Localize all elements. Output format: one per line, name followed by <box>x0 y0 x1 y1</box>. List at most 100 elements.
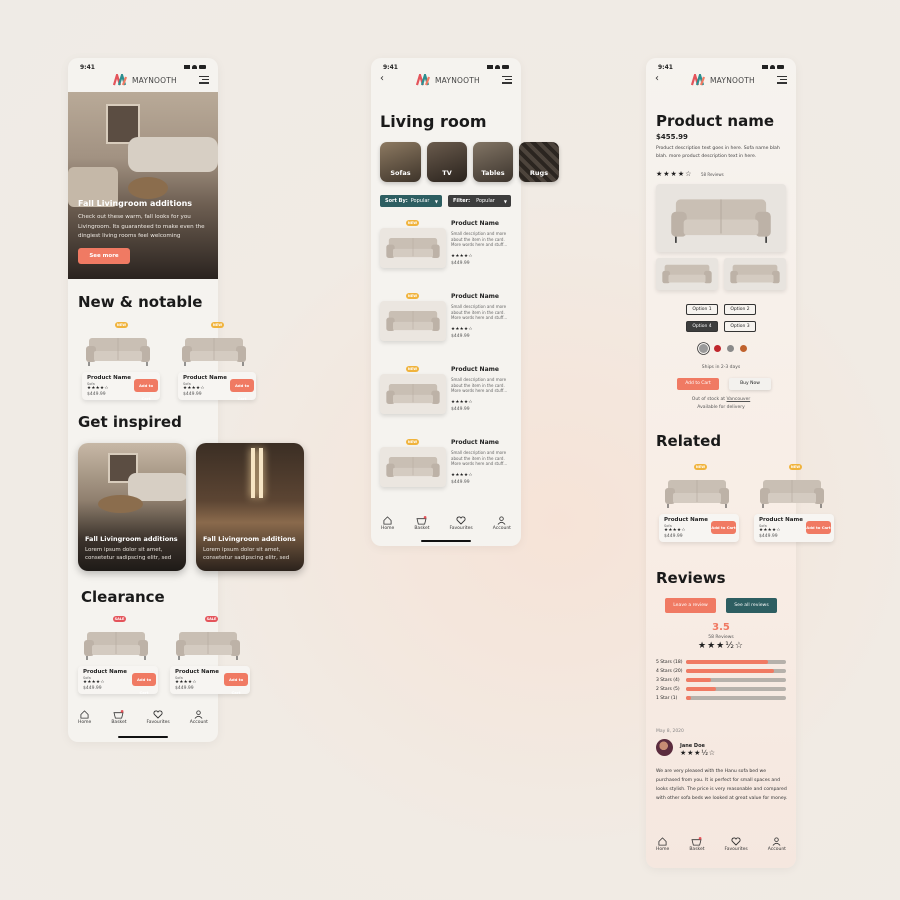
tab-basket[interactable]: Basket <box>689 837 705 852</box>
chip-tables[interactable]: Tables <box>473 142 513 182</box>
buy-now-button[interactable]: Buy Now <box>729 378 771 390</box>
rating-bar <box>686 669 786 673</box>
home-icon <box>80 710 89 719</box>
tab-label: Home <box>656 847 670 852</box>
new-product-card[interactable]: NEW Product Name Sofa ★★★★☆ $449.99 Add … <box>80 322 160 402</box>
add-to-cart-button[interactable]: Add to Cart <box>230 379 254 401</box>
main-product-image[interactable] <box>656 184 786 252</box>
product-list-item[interactable]: NEW Product Name Small description and m… <box>380 439 515 491</box>
option-4-button[interactable]: Option 4 <box>686 321 718 332</box>
see-more-button[interactable]: See more <box>78 248 130 264</box>
inspired-card[interactable]: Fall Livingroom additions Lorem ipsum do… <box>196 443 304 571</box>
status-time: 9:41 <box>658 63 673 71</box>
add-to-cart-button[interactable]: Add to Cart <box>134 379 158 401</box>
product-list-item[interactable]: NEW Product Name Small description and m… <box>380 366 515 418</box>
product-name: Product Name <box>451 293 499 300</box>
new-tag: NEW <box>115 322 128 328</box>
rating-bar-fill <box>686 678 711 682</box>
tab-home[interactable]: Home <box>381 516 394 531</box>
brand-logo[interactable]: MAYNOOTH <box>691 74 755 86</box>
thumbnail-image[interactable] <box>724 258 786 290</box>
chip-rugs[interactable]: Rugs <box>519 142 559 182</box>
tab-bar: Home Basket Favourites Account <box>371 516 521 531</box>
add-to-cart-button[interactable]: Add to Cart <box>711 521 736 534</box>
related-product-card[interactable]: NEW Product Name Sofa ★★★★☆ $449.99 Add … <box>754 464 834 544</box>
chip-sofas[interactable]: Sofas <box>380 142 421 182</box>
related-product-card[interactable]: NEW Product Name Sofa ★★★★☆ $449.99 Add … <box>659 464 739 544</box>
chip-tv[interactable]: TV <box>427 142 467 182</box>
leave-review-button[interactable]: Leave a review <box>665 598 716 613</box>
stock-location-link[interactable]: Vancouver <box>727 397 751 402</box>
clearance-product-card[interactable]: SALE Product Name Sofa ★★★★☆ $449.99 Add… <box>170 616 250 696</box>
color-swatch[interactable] <box>740 345 747 352</box>
tab-favourites[interactable]: Favourites <box>725 837 748 852</box>
add-to-cart-button[interactable]: Add to Cart <box>132 673 156 695</box>
hamburger-menu-icon[interactable] <box>502 76 512 86</box>
rating-stars: ★★★★☆ <box>451 400 473 405</box>
tab-label: Account <box>492 526 511 531</box>
tab-label: Account <box>189 720 208 725</box>
tab-label: Account <box>767 847 786 852</box>
rating-stars: ★★★★☆ <box>83 680 105 685</box>
sale-tag: SALE <box>205 616 218 622</box>
see-all-reviews-button[interactable]: See all reviews <box>726 598 777 613</box>
color-swatch[interactable] <box>714 345 721 352</box>
lamp-light <box>259 448 263 498</box>
review-text: We are very pleased with the Hanu sofa b… <box>656 769 788 801</box>
tab-account[interactable]: Account <box>190 710 208 725</box>
option-2-button[interactable]: Option 2 <box>724 304 756 315</box>
product-price: $449.99 <box>87 392 106 397</box>
brand-name: MAYNOOTH <box>435 75 480 85</box>
inspired-card-text: Lorem ipsum dolor sit amet, consetetur s… <box>203 547 290 561</box>
clearance-product-card[interactable]: SALE Product Name Sofa ★★★★☆ $449.99 Add… <box>78 616 158 696</box>
product-price: $455.99 <box>656 133 688 141</box>
hamburger-menu-icon[interactable] <box>199 76 209 86</box>
hamburger-menu-icon[interactable] <box>777 76 787 86</box>
signal-icons <box>762 65 784 69</box>
rating-stars: ★★★★☆ <box>451 327 473 332</box>
product-price: $449.99 <box>759 534 778 539</box>
thumbnail-image[interactable] <box>656 258 718 290</box>
tab-basket[interactable]: Basket <box>111 710 127 725</box>
add-to-cart-button[interactable]: Add to Cart <box>806 521 831 534</box>
new-product-card[interactable]: NEW Product Name Sofa ★★★★☆ $449.99 Add … <box>176 322 256 402</box>
product-name: Product Name <box>664 517 708 523</box>
tab-account[interactable]: Account <box>493 516 511 531</box>
add-to-cart-button[interactable]: Add to Cart <box>224 673 248 695</box>
option-1-button[interactable]: Option 1 <box>686 304 718 315</box>
product-info: Product Name Sofa ★★★★☆ $449.99 Add to C… <box>178 372 256 401</box>
add-to-cart-button[interactable]: Add to Cart <box>677 378 719 390</box>
heart-icon <box>456 516 466 525</box>
product-list-item[interactable]: NEW Product Name Small description and m… <box>380 220 515 272</box>
tab-label: Basket <box>414 526 430 531</box>
status-time: 9:41 <box>383 63 398 71</box>
option-3-button[interactable]: Option 3 <box>724 321 756 332</box>
rating-stars: ★★★★☆ <box>664 528 686 533</box>
sort-dropdown[interactable]: Sort By: Popular ▼ <box>380 195 442 207</box>
product-list-item[interactable]: NEW Product Name Small description and m… <box>380 293 515 345</box>
color-swatches <box>699 344 747 353</box>
category-screen: 9:41 ‹ MAYNOOTH Living room Sofas TV Tab… <box>371 58 559 546</box>
clearance-title: Clearance <box>81 588 165 606</box>
tab-favourites[interactable]: Favourites <box>450 516 473 531</box>
back-arrow-icon[interactable]: ‹ <box>655 73 659 84</box>
product-thumb <box>380 301 446 341</box>
new-tag: NEW <box>789 464 802 470</box>
tab-account[interactable]: Account <box>768 837 786 852</box>
tab-favourites[interactable]: Favourites <box>147 710 170 725</box>
color-swatch-selected[interactable] <box>699 344 708 353</box>
brand-logo[interactable]: MAYNOOTH <box>416 74 480 86</box>
brand-logo[interactable]: MAYNOOTH <box>113 74 177 86</box>
color-swatch[interactable] <box>727 345 734 352</box>
product-name: Product Name <box>183 375 227 381</box>
chevron-down-icon: ▼ <box>434 198 438 204</box>
tab-home[interactable]: Home <box>656 837 669 852</box>
back-arrow-icon[interactable]: ‹ <box>380 73 384 84</box>
filter-dropdown[interactable]: Filter: Popular ▼ <box>448 195 511 207</box>
tab-basket[interactable]: Basket <box>414 516 430 531</box>
status-time: 9:41 <box>80 63 95 71</box>
basket-icon <box>691 837 702 846</box>
tab-home[interactable]: Home <box>78 710 91 725</box>
inspired-card[interactable]: Fall Livingroom additions Lorem ipsum do… <box>78 443 186 571</box>
tab-label: Basket <box>689 847 705 852</box>
